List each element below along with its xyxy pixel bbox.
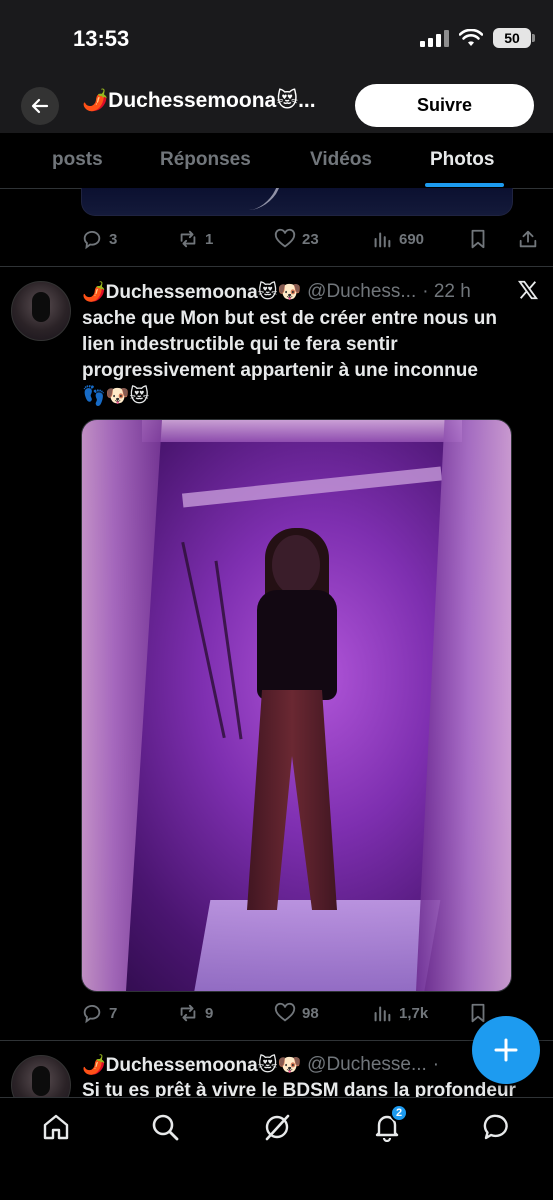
mirror-frame-right: [416, 420, 511, 991]
nav-search[interactable]: [150, 1112, 180, 1142]
author-name[interactable]: 🌶️Duchessemoona😻🐶: [82, 1053, 301, 1077]
compose-button[interactable]: [472, 1016, 540, 1084]
floor-platform: [193, 900, 441, 991]
post-header: 🌶️Duchessemoona😻🐶 @Duchess... · 22 h: [82, 280, 471, 304]
tab-photos[interactable]: Photos: [430, 149, 494, 171]
views-button[interactable]: 1,7k: [371, 1002, 428, 1024]
nav-grok[interactable]: [262, 1112, 292, 1142]
reply-icon: [83, 1004, 101, 1024]
author-name[interactable]: 🌶️Duchessemoona😻🐶: [82, 280, 301, 304]
status-time: 13:53: [73, 26, 130, 51]
figure-body: [257, 590, 337, 700]
battery-indicator: 50: [493, 28, 535, 48]
home-icon: [43, 1114, 69, 1140]
post-time[interactable]: ·: [433, 1054, 439, 1076]
wifi-icon: [459, 29, 483, 46]
views-icon: [374, 1006, 391, 1022]
like-count: 98: [302, 1004, 319, 1022]
views-count: 1,7k: [399, 1004, 429, 1022]
heart-icon: [274, 1002, 296, 1022]
author-handle[interactable]: @Duchesse...: [307, 1054, 427, 1076]
views-icon: [374, 232, 391, 248]
search-icon: [152, 1114, 179, 1141]
post-text-line: sache que Mon but est de créer entre nou…: [82, 308, 497, 329]
repost-icon: [180, 230, 196, 248]
post-header: 🌶️Duchessemoona😻🐶 @Duchesse... ·: [82, 1053, 439, 1077]
post-actions: 7 9 98 1,7k: [81, 1001, 541, 1025]
reply-count: 3: [109, 230, 118, 248]
tab-posts[interactable]: posts: [52, 149, 103, 171]
reply-count: 7: [109, 1004, 118, 1022]
figure-head: [272, 535, 320, 595]
repost-count: 9: [205, 1004, 214, 1022]
post-time[interactable]: · 22 h: [422, 281, 471, 303]
previous-post-media[interactable]: [81, 188, 513, 216]
share-icon: [519, 230, 537, 248]
messages-icon: [483, 1114, 508, 1140]
notification-badge: 2: [390, 1104, 408, 1122]
bookmark-icon: [471, 229, 485, 249]
profile-title: 🌶️Duchessemoona😻...: [82, 89, 316, 112]
reply-icon: [83, 230, 101, 250]
status-icons: 50: [420, 28, 535, 48]
nav-messages[interactable]: [482, 1112, 512, 1142]
reply-button[interactable]: 3: [81, 228, 117, 250]
post-text-line: 👣🐶😻: [82, 386, 150, 407]
share-button[interactable]: [517, 228, 539, 250]
like-button[interactable]: 23: [274, 228, 319, 250]
bookmark-button[interactable]: [467, 228, 489, 250]
post-photo[interactable]: [81, 419, 512, 992]
signal-icon: [420, 29, 449, 47]
grok-icon: [265, 1114, 290, 1141]
plus-icon: [494, 1038, 518, 1062]
mirror-frame-top: [142, 420, 462, 442]
heart-icon: [274, 228, 296, 248]
back-button[interactable]: [21, 87, 59, 125]
tab-videos[interactable]: Vidéos: [310, 149, 372, 171]
like-button[interactable]: 98: [274, 1002, 319, 1024]
tab-replies[interactable]: Réponses: [160, 149, 251, 171]
frame-beam: [181, 466, 443, 508]
post-text: sache que Mon but est de créer entre nou…: [82, 306, 527, 410]
like-count: 23: [302, 230, 319, 248]
avatar[interactable]: [11, 281, 71, 341]
nav-home[interactable]: [41, 1112, 71, 1142]
bookmark-icon: [471, 1003, 485, 1023]
repost-button[interactable]: 9: [177, 1002, 213, 1024]
app-header: 13:53 50 🌶️Duchessemoona😻... Suivre: [0, 0, 553, 133]
bookmark-button[interactable]: [467, 1002, 489, 1024]
bottom-navigation: 2: [0, 1097, 553, 1200]
nav-notifications[interactable]: 2: [372, 1104, 408, 1143]
post-divider: [0, 1040, 553, 1041]
follow-button[interactable]: Suivre: [355, 84, 534, 127]
post-divider: [0, 266, 553, 267]
repost-icon: [180, 1004, 196, 1022]
post-text-line: progressivement appartenir à une inconnu…: [82, 360, 478, 381]
repost-button[interactable]: 1: [177, 228, 213, 250]
previous-post-actions: 3 1 23 690: [81, 227, 541, 251]
author-handle[interactable]: @Duchess...: [307, 281, 416, 303]
active-tab-indicator: [425, 183, 504, 187]
mirror-frame-left: [82, 420, 162, 991]
repost-count: 1: [205, 230, 214, 248]
x-logo-icon: [517, 280, 539, 300]
arrow-left-icon: [31, 98, 49, 114]
figure-legs: [247, 690, 337, 910]
views-count: 690: [399, 230, 425, 248]
post-text-line: lien indestructible qui te fera sentir: [82, 334, 398, 355]
views-button[interactable]: 690: [371, 228, 424, 250]
profile-tabs: posts Réponses Vidéos Photos: [0, 133, 553, 189]
reply-button[interactable]: 7: [81, 1002, 117, 1024]
